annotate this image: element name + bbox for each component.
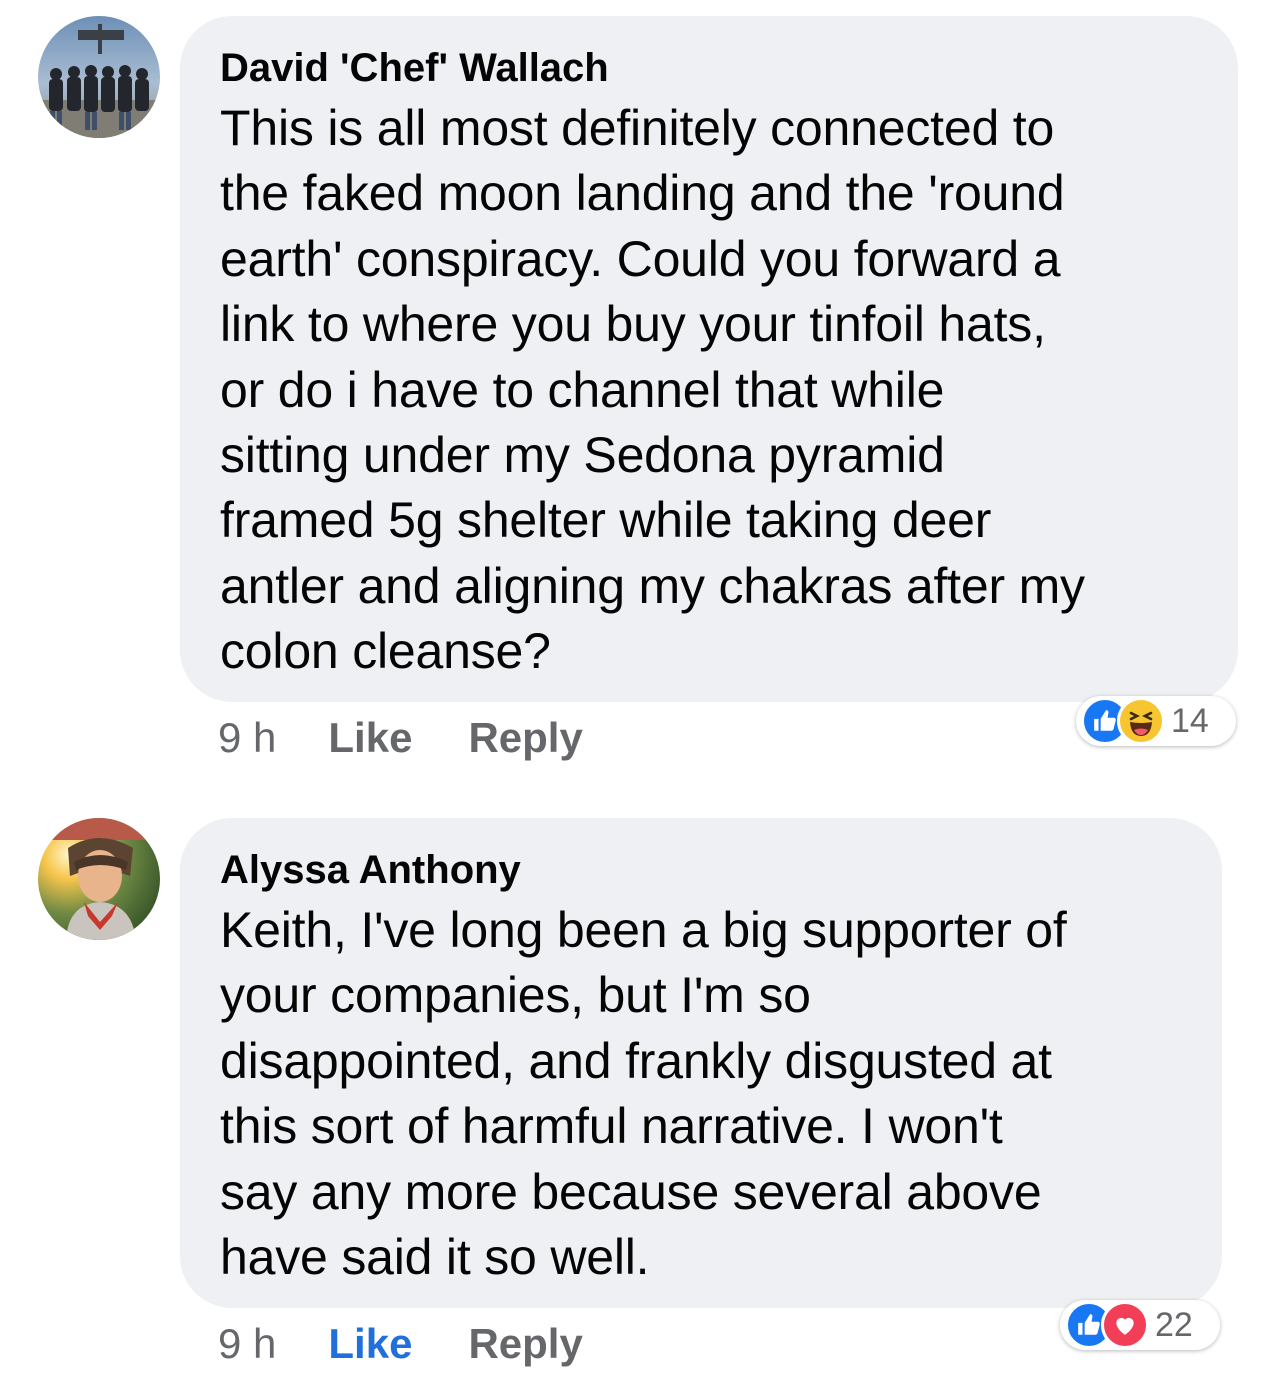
- comment-text: Keith, I've long been a big supporter of…: [220, 902, 1067, 1286]
- avatar[interactable]: [38, 818, 160, 940]
- reaction-summary[interactable]: 14: [1076, 696, 1236, 746]
- comment-actions: 9 h Like Reply: [218, 708, 583, 768]
- comment-author[interactable]: David 'Chef' Wallach: [220, 42, 1208, 94]
- avatar[interactable]: [38, 16, 160, 138]
- like-button[interactable]: Like: [328, 1320, 412, 1368]
- reply-button[interactable]: Reply: [468, 714, 582, 762]
- reply-button[interactable]: Reply: [468, 1320, 582, 1368]
- comment-bubble: Alyssa Anthony Keith, I've long been a b…: [180, 818, 1222, 1308]
- reaction-summary[interactable]: 22: [1060, 1300, 1220, 1350]
- avatar-photo-group: [38, 16, 160, 138]
- reaction-count: 14: [1171, 701, 1209, 740]
- avatar-photo-person: [38, 818, 160, 940]
- comment-bubble: David 'Chef' Wallach This is all most de…: [180, 16, 1238, 702]
- comment-actions: 9 h Like Reply: [218, 1314, 583, 1374]
- comment-timestamp[interactable]: 9 h: [218, 714, 276, 762]
- love-icon: [1101, 1301, 1149, 1349]
- comment-author[interactable]: Alyssa Anthony: [220, 844, 1192, 896]
- comment-timestamp[interactable]: 9 h: [218, 1320, 276, 1368]
- haha-icon: [1117, 697, 1165, 745]
- like-button[interactable]: Like: [328, 714, 412, 762]
- reaction-count: 22: [1155, 1305, 1193, 1344]
- comment-text: This is all most definitely connected to…: [220, 100, 1085, 680]
